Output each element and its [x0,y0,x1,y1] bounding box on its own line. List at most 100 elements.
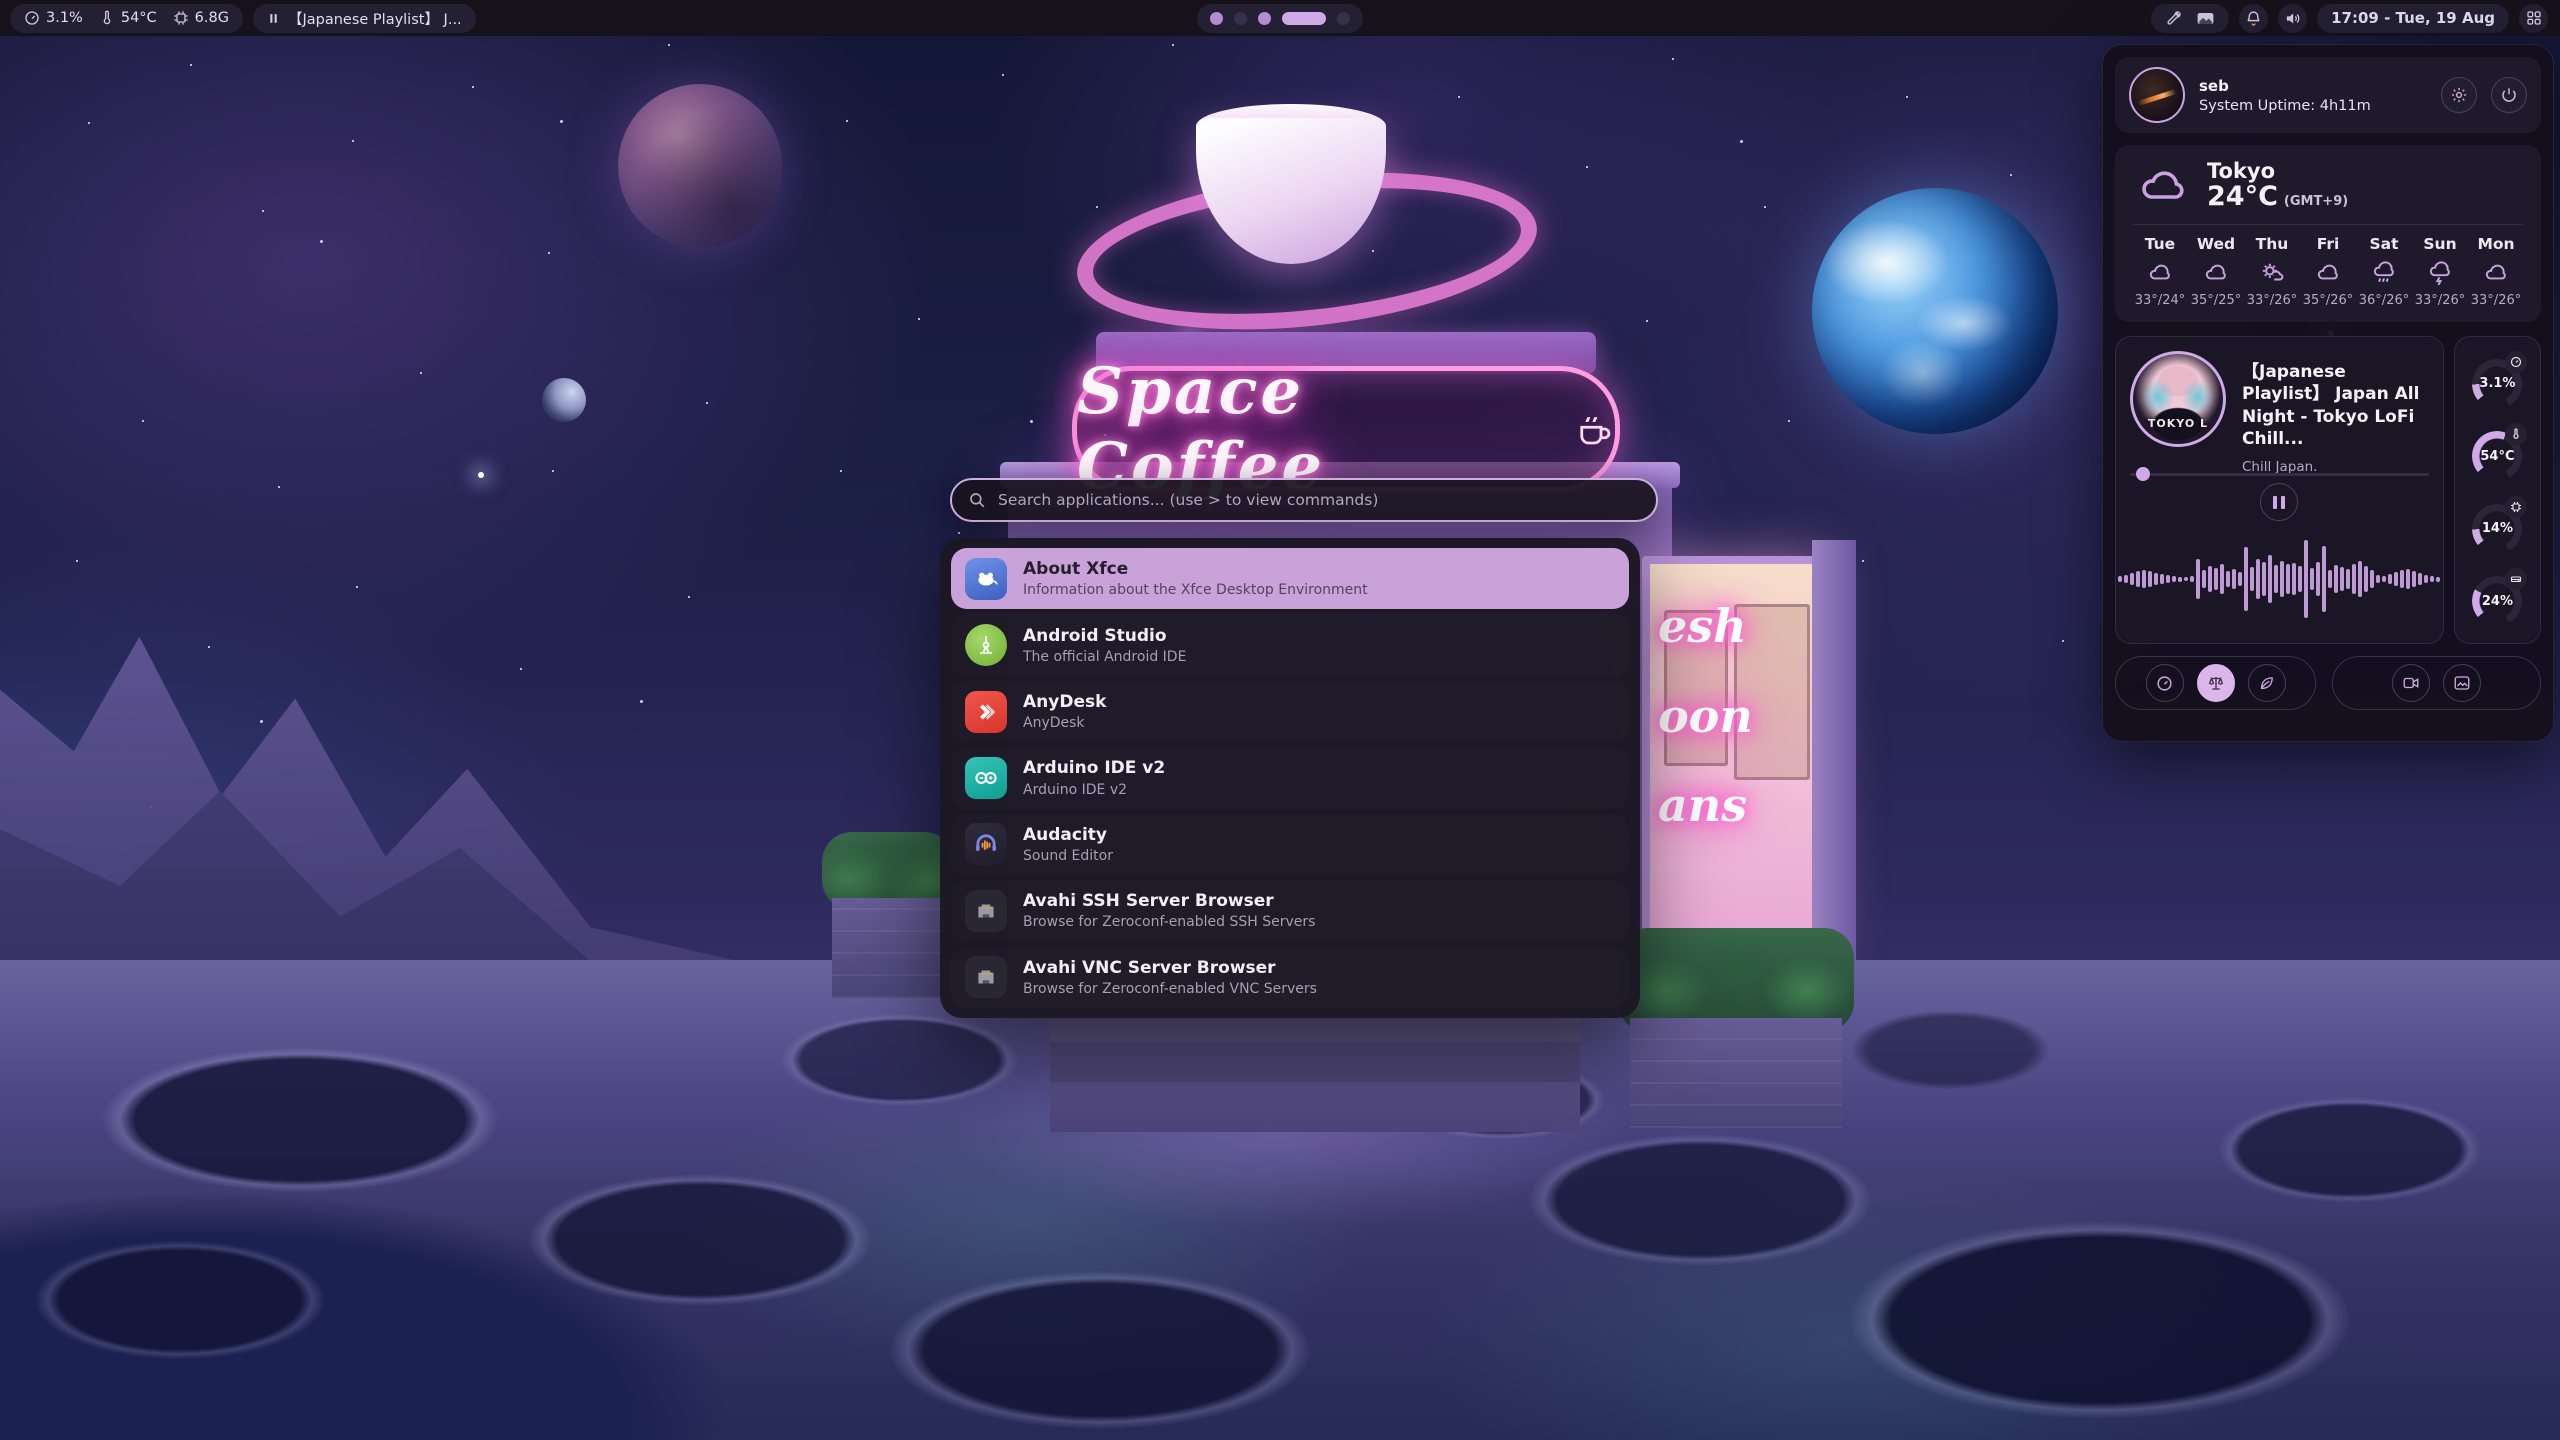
capture-button-group [2332,656,2541,710]
workspace-dot-current[interactable] [1282,12,1326,25]
screenshot-button[interactable] [2443,664,2481,702]
screen-record-button[interactable] [2392,664,2430,702]
cloud-icon [2147,260,2173,286]
bright-star [478,472,484,478]
power-button[interactable] [2491,77,2527,113]
app-row-android-studio[interactable]: Android Studio The official Android IDE [951,614,1629,675]
pause-button[interactable] [2260,483,2298,521]
album-art-text: TOKYO L [2133,417,2223,430]
system-tray [2151,4,2229,33]
sun-cloud-icon [2259,260,2285,286]
avatar[interactable] [2129,67,2185,123]
progress-knob[interactable] [2136,467,2150,481]
workspace-switcher[interactable] [1197,4,1363,33]
weather-city: Tokyo [2207,159,2348,183]
avahi-vnc-icon [965,956,1007,998]
shop-steps [1050,1012,1580,1132]
storm-icon [2427,260,2453,286]
app-search-bar[interactable] [950,478,1658,522]
app-row-anydesk[interactable]: AnyDesk AnyDesk [951,681,1629,742]
app-title: Avahi SSH Server Browser [1023,891,1315,912]
workspace-dot[interactable] [1258,12,1271,25]
desktop: esh oon ans Space Coffee 3.1% [0,0,2560,1440]
balanced-mode-button[interactable] [2197,664,2235,702]
cloud-icon [2133,161,2191,209]
speaker-icon[interactable] [2278,4,2307,33]
media-player-widget: TOKYO L 【Japanese Playlist】 Japan All Ni… [2115,336,2444,644]
video-icon [2402,674,2420,692]
memory-stat: 6.8G [173,10,229,26]
anydesk-icon [965,691,1007,733]
app-title: Arduino IDE v2 [1023,758,1165,779]
rain-icon [2371,260,2397,286]
app-row-arduino[interactable]: Arduino IDE v2 Arduino IDE v2 [951,747,1629,808]
powersave-mode-button[interactable] [2248,664,2286,702]
panel-left-cluster: 3.1% 54°C 6.8G [10,4,476,33]
thermometer-icon [99,10,115,26]
system-stats-pill[interactable]: 3.1% 54°C 6.8G [10,4,243,33]
uptime-label: System Uptime: 4h11m [2199,98,2427,114]
photo-icon[interactable] [2196,9,2215,28]
now-playing-pill[interactable]: 【Japanese Playlist】 J... [253,4,476,33]
memory-value: 6.8G [195,10,229,26]
top-panel: 3.1% 54°C 6.8G [0,0,2560,36]
clock[interactable]: 17:09 - Tue, 19 Aug [2317,4,2509,33]
app-subtitle: Arduino IDE v2 [1023,782,1165,798]
app-launcher: About Xfce Information about the Xfce De… [940,538,1640,1018]
album-art: TOKYO L [2130,351,2226,447]
performance-mode-button[interactable] [2146,664,2184,702]
temp-gauge: 54°C [2469,423,2525,485]
workspace-dot[interactable] [1210,12,1223,25]
forecast-day: Tue 33°/24° [2133,235,2187,308]
coffee-cup-icon [1573,407,1615,451]
app-title: Android Studio [1023,626,1186,647]
search-input[interactable] [996,490,1640,510]
window-neon-line: ans [1650,761,1753,851]
settings-button[interactable] [2441,77,2477,113]
app-subtitle: Information about the Xfce Desktop Envir… [1023,582,1368,598]
window-neon-line: esh [1650,582,1753,672]
cpu-stat: 3.1% [24,10,83,26]
apps-grid-icon[interactable] [2519,4,2548,33]
app-row-avahi-vnc[interactable]: Avahi VNC Server Browser Browse for Zero… [951,947,1629,1008]
app-subtitle: Browse for Zeroconf-enabled VNC Servers [1023,981,1317,997]
clock-text: 17:09 - Tue, 19 Aug [2331,9,2495,27]
cpu-value: 3.1% [46,10,83,26]
divider [2133,224,2523,225]
forecast-day: Thu 33°/26° [2245,235,2299,308]
gear-icon [2450,86,2468,104]
app-row-about-xfce[interactable]: About Xfce Information about the Xfce De… [951,548,1629,609]
hedge [1618,928,1854,1032]
ram-gauge: 14% [2469,496,2525,558]
app-row-avahi-ssh[interactable]: Avahi SSH Server Browser Browse for Zero… [951,880,1629,941]
progress-bar[interactable] [2130,467,2429,481]
now-playing-text: 【Japanese Playlist】 J... [288,8,462,29]
system-gauges: 3.1% 54°C 14% [2454,336,2541,644]
weather-timezone: (GMT+9) [2284,194,2348,209]
space-coffee-sign: Space Coffee [1072,366,1620,492]
forecast-day: Sun 33°/26° [2413,235,2467,308]
workspace-dot[interactable] [1234,12,1247,25]
pause-icon [267,12,280,25]
android-studio-icon [965,624,1007,666]
chip-icon [2505,496,2527,518]
bell-icon[interactable] [2239,4,2268,33]
mode-button-group [2115,656,2316,710]
window-neon-line: oon [1650,672,1753,762]
gauge-icon [24,10,40,26]
avahi-ssh-icon [965,890,1007,932]
forecast-day: Wed 35°/25° [2189,235,2243,308]
cpu-gauge: 3.1% [2469,351,2525,413]
app-title: AnyDesk [1023,692,1106,713]
image-icon [2453,674,2471,692]
weather-temp: 24°C [2207,183,2278,211]
app-title: Audacity [1023,825,1113,846]
wrench-icon[interactable] [2165,10,2182,27]
cloud-icon [2315,260,2341,286]
app-row-audacity[interactable]: Audacity Sound Editor [951,814,1629,875]
leaf-icon [2258,675,2275,692]
app-subtitle: Sound Editor [1023,848,1113,864]
user-card: seb System Uptime: 4h11m [2115,57,2541,133]
forecast-day: Mon 33°/26° [2469,235,2523,308]
workspace-dot[interactable] [1337,12,1350,25]
